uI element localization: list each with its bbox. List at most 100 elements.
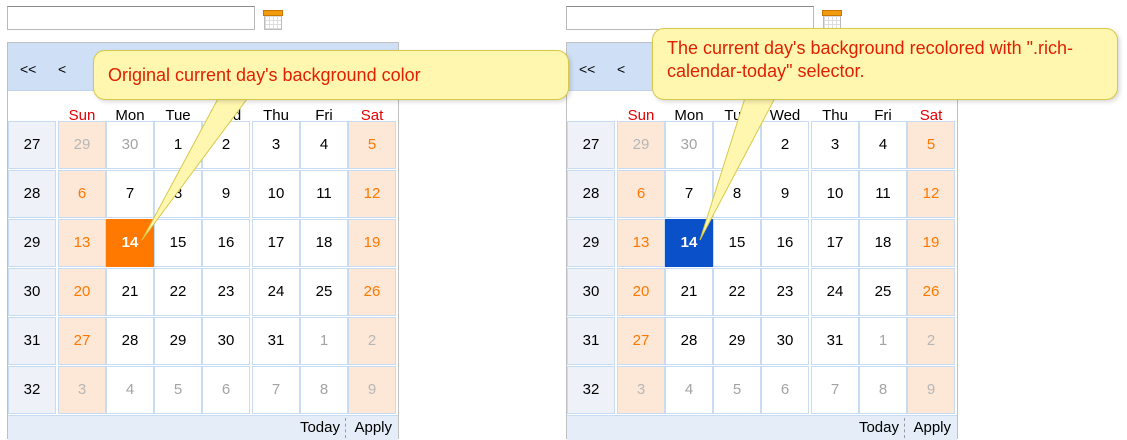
day-cell[interactable]: 20 bbox=[617, 268, 665, 316]
callout-original: Original current day's background color bbox=[93, 50, 569, 100]
day-cell[interactable]: 21 bbox=[665, 268, 713, 316]
day-cell[interactable]: 30 bbox=[202, 317, 250, 365]
day-cell[interactable]: 3 bbox=[811, 121, 859, 169]
day-cell[interactable]: 29 bbox=[58, 121, 106, 169]
day-cell[interactable]: 29 bbox=[713, 317, 761, 365]
today-button[interactable]: Today bbox=[300, 419, 340, 436]
day-cell[interactable]: 22 bbox=[713, 268, 761, 316]
day-cell[interactable]: 9 bbox=[907, 366, 955, 414]
day-cell[interactable]: 27 bbox=[617, 317, 665, 365]
date-input[interactable] bbox=[566, 6, 814, 30]
day-cell[interactable]: 13 bbox=[58, 219, 106, 267]
day-cell[interactable]: 3 bbox=[252, 121, 300, 169]
day-cell[interactable]: 6 bbox=[617, 170, 665, 218]
day-cell[interactable]: 2 bbox=[907, 317, 955, 365]
day-cell[interactable]: 30 bbox=[761, 317, 809, 365]
prev-year-button[interactable]: << bbox=[20, 61, 36, 77]
day-cell[interactable]: 1 bbox=[154, 121, 202, 169]
day-cell[interactable]: 10 bbox=[252, 170, 300, 218]
day-cell[interactable]: 8 bbox=[154, 170, 202, 218]
day-cell[interactable]: 9 bbox=[348, 366, 396, 414]
day-cell[interactable]: 6 bbox=[761, 366, 809, 414]
day-cell[interactable]: 22 bbox=[154, 268, 202, 316]
week-number: 27 bbox=[567, 121, 615, 169]
day-cell[interactable]: 6 bbox=[58, 170, 106, 218]
day-cell[interactable]: 3 bbox=[617, 366, 665, 414]
day-cell[interactable]: 1 bbox=[859, 317, 907, 365]
day-cell[interactable]: 7 bbox=[106, 170, 154, 218]
day-cell[interactable]: 18 bbox=[859, 219, 907, 267]
today-button[interactable]: Today bbox=[859, 419, 899, 436]
day-cell[interactable]: 4 bbox=[859, 121, 907, 169]
day-cell[interactable]: 12 bbox=[348, 170, 396, 218]
day-cell[interactable]: 1 bbox=[300, 317, 348, 365]
day-cell[interactable]: 24 bbox=[811, 268, 859, 316]
day-cell[interactable]: 23 bbox=[761, 268, 809, 316]
prev-month-button[interactable]: < bbox=[58, 61, 66, 77]
day-cell[interactable]: 5 bbox=[154, 366, 202, 414]
day-cell[interactable]: 21 bbox=[106, 268, 154, 316]
day-cell[interactable]: 9 bbox=[202, 170, 250, 218]
day-cell[interactable]: 31 bbox=[252, 317, 300, 365]
day-cell[interactable]: 5 bbox=[907, 121, 955, 169]
day-cell[interactable]: 8 bbox=[859, 366, 907, 414]
day-cell[interactable]: 11 bbox=[859, 170, 907, 218]
day-cell[interactable]: 7 bbox=[665, 170, 713, 218]
day-cell[interactable]: 8 bbox=[300, 366, 348, 414]
day-cell[interactable]: 5 bbox=[713, 366, 761, 414]
day-cell[interactable]: 4 bbox=[106, 366, 154, 414]
today-cell[interactable]: 14 bbox=[665, 219, 713, 267]
date-input[interactable] bbox=[7, 6, 255, 30]
day-cell[interactable]: 24 bbox=[252, 268, 300, 316]
day-cell[interactable]: 2 bbox=[202, 121, 250, 169]
day-cell[interactable]: 19 bbox=[907, 219, 955, 267]
day-cell[interactable]: 17 bbox=[252, 219, 300, 267]
calendar-footer: Today Apply bbox=[567, 415, 957, 440]
day-cell[interactable]: 15 bbox=[154, 219, 202, 267]
day-cell[interactable]: 18 bbox=[300, 219, 348, 267]
calendar-button[interactable] bbox=[263, 10, 283, 30]
day-cell[interactable]: 10 bbox=[811, 170, 859, 218]
day-cell[interactable]: 1 bbox=[713, 121, 761, 169]
day-cell[interactable]: 28 bbox=[665, 317, 713, 365]
day-cell[interactable]: 29 bbox=[154, 317, 202, 365]
calendar-button[interactable] bbox=[822, 10, 842, 30]
day-cell[interactable]: 15 bbox=[713, 219, 761, 267]
day-cell[interactable]: 11 bbox=[300, 170, 348, 218]
day-cell[interactable]: 8 bbox=[713, 170, 761, 218]
day-cell[interactable]: 25 bbox=[300, 268, 348, 316]
day-cell[interactable]: 26 bbox=[907, 268, 955, 316]
day-cell[interactable]: 20 bbox=[58, 268, 106, 316]
day-cell[interactable]: 7 bbox=[811, 366, 859, 414]
day-cell[interactable]: 7 bbox=[252, 366, 300, 414]
today-cell[interactable]: 14 bbox=[106, 219, 154, 267]
day-cell[interactable]: 29 bbox=[617, 121, 665, 169]
day-cell[interactable]: 9 bbox=[761, 170, 809, 218]
day-cell[interactable]: 30 bbox=[106, 121, 154, 169]
day-cell[interactable]: 16 bbox=[761, 219, 809, 267]
apply-button[interactable]: Apply bbox=[354, 419, 392, 436]
day-cell[interactable]: 23 bbox=[202, 268, 250, 316]
day-cell[interactable]: 26 bbox=[348, 268, 396, 316]
prev-month-button[interactable]: < bbox=[617, 61, 625, 77]
day-cell[interactable]: 4 bbox=[300, 121, 348, 169]
day-cell[interactable]: 27 bbox=[58, 317, 106, 365]
day-cell[interactable]: 28 bbox=[106, 317, 154, 365]
day-cell[interactable]: 31 bbox=[811, 317, 859, 365]
day-cell[interactable]: 3 bbox=[58, 366, 106, 414]
day-cell[interactable]: 17 bbox=[811, 219, 859, 267]
day-cell[interactable]: 4 bbox=[665, 366, 713, 414]
day-cell[interactable]: 30 bbox=[665, 121, 713, 169]
day-cell[interactable]: 6 bbox=[202, 366, 250, 414]
day-cell[interactable]: 13 bbox=[617, 219, 665, 267]
footer-separator bbox=[345, 418, 346, 438]
prev-year-button[interactable]: << bbox=[579, 61, 595, 77]
day-cell[interactable]: 12 bbox=[907, 170, 955, 218]
day-cell[interactable]: 5 bbox=[348, 121, 396, 169]
apply-button[interactable]: Apply bbox=[913, 419, 951, 436]
day-cell[interactable]: 2 bbox=[761, 121, 809, 169]
day-cell[interactable]: 16 bbox=[202, 219, 250, 267]
day-cell[interactable]: 19 bbox=[348, 219, 396, 267]
day-cell[interactable]: 25 bbox=[859, 268, 907, 316]
day-cell[interactable]: 2 bbox=[348, 317, 396, 365]
